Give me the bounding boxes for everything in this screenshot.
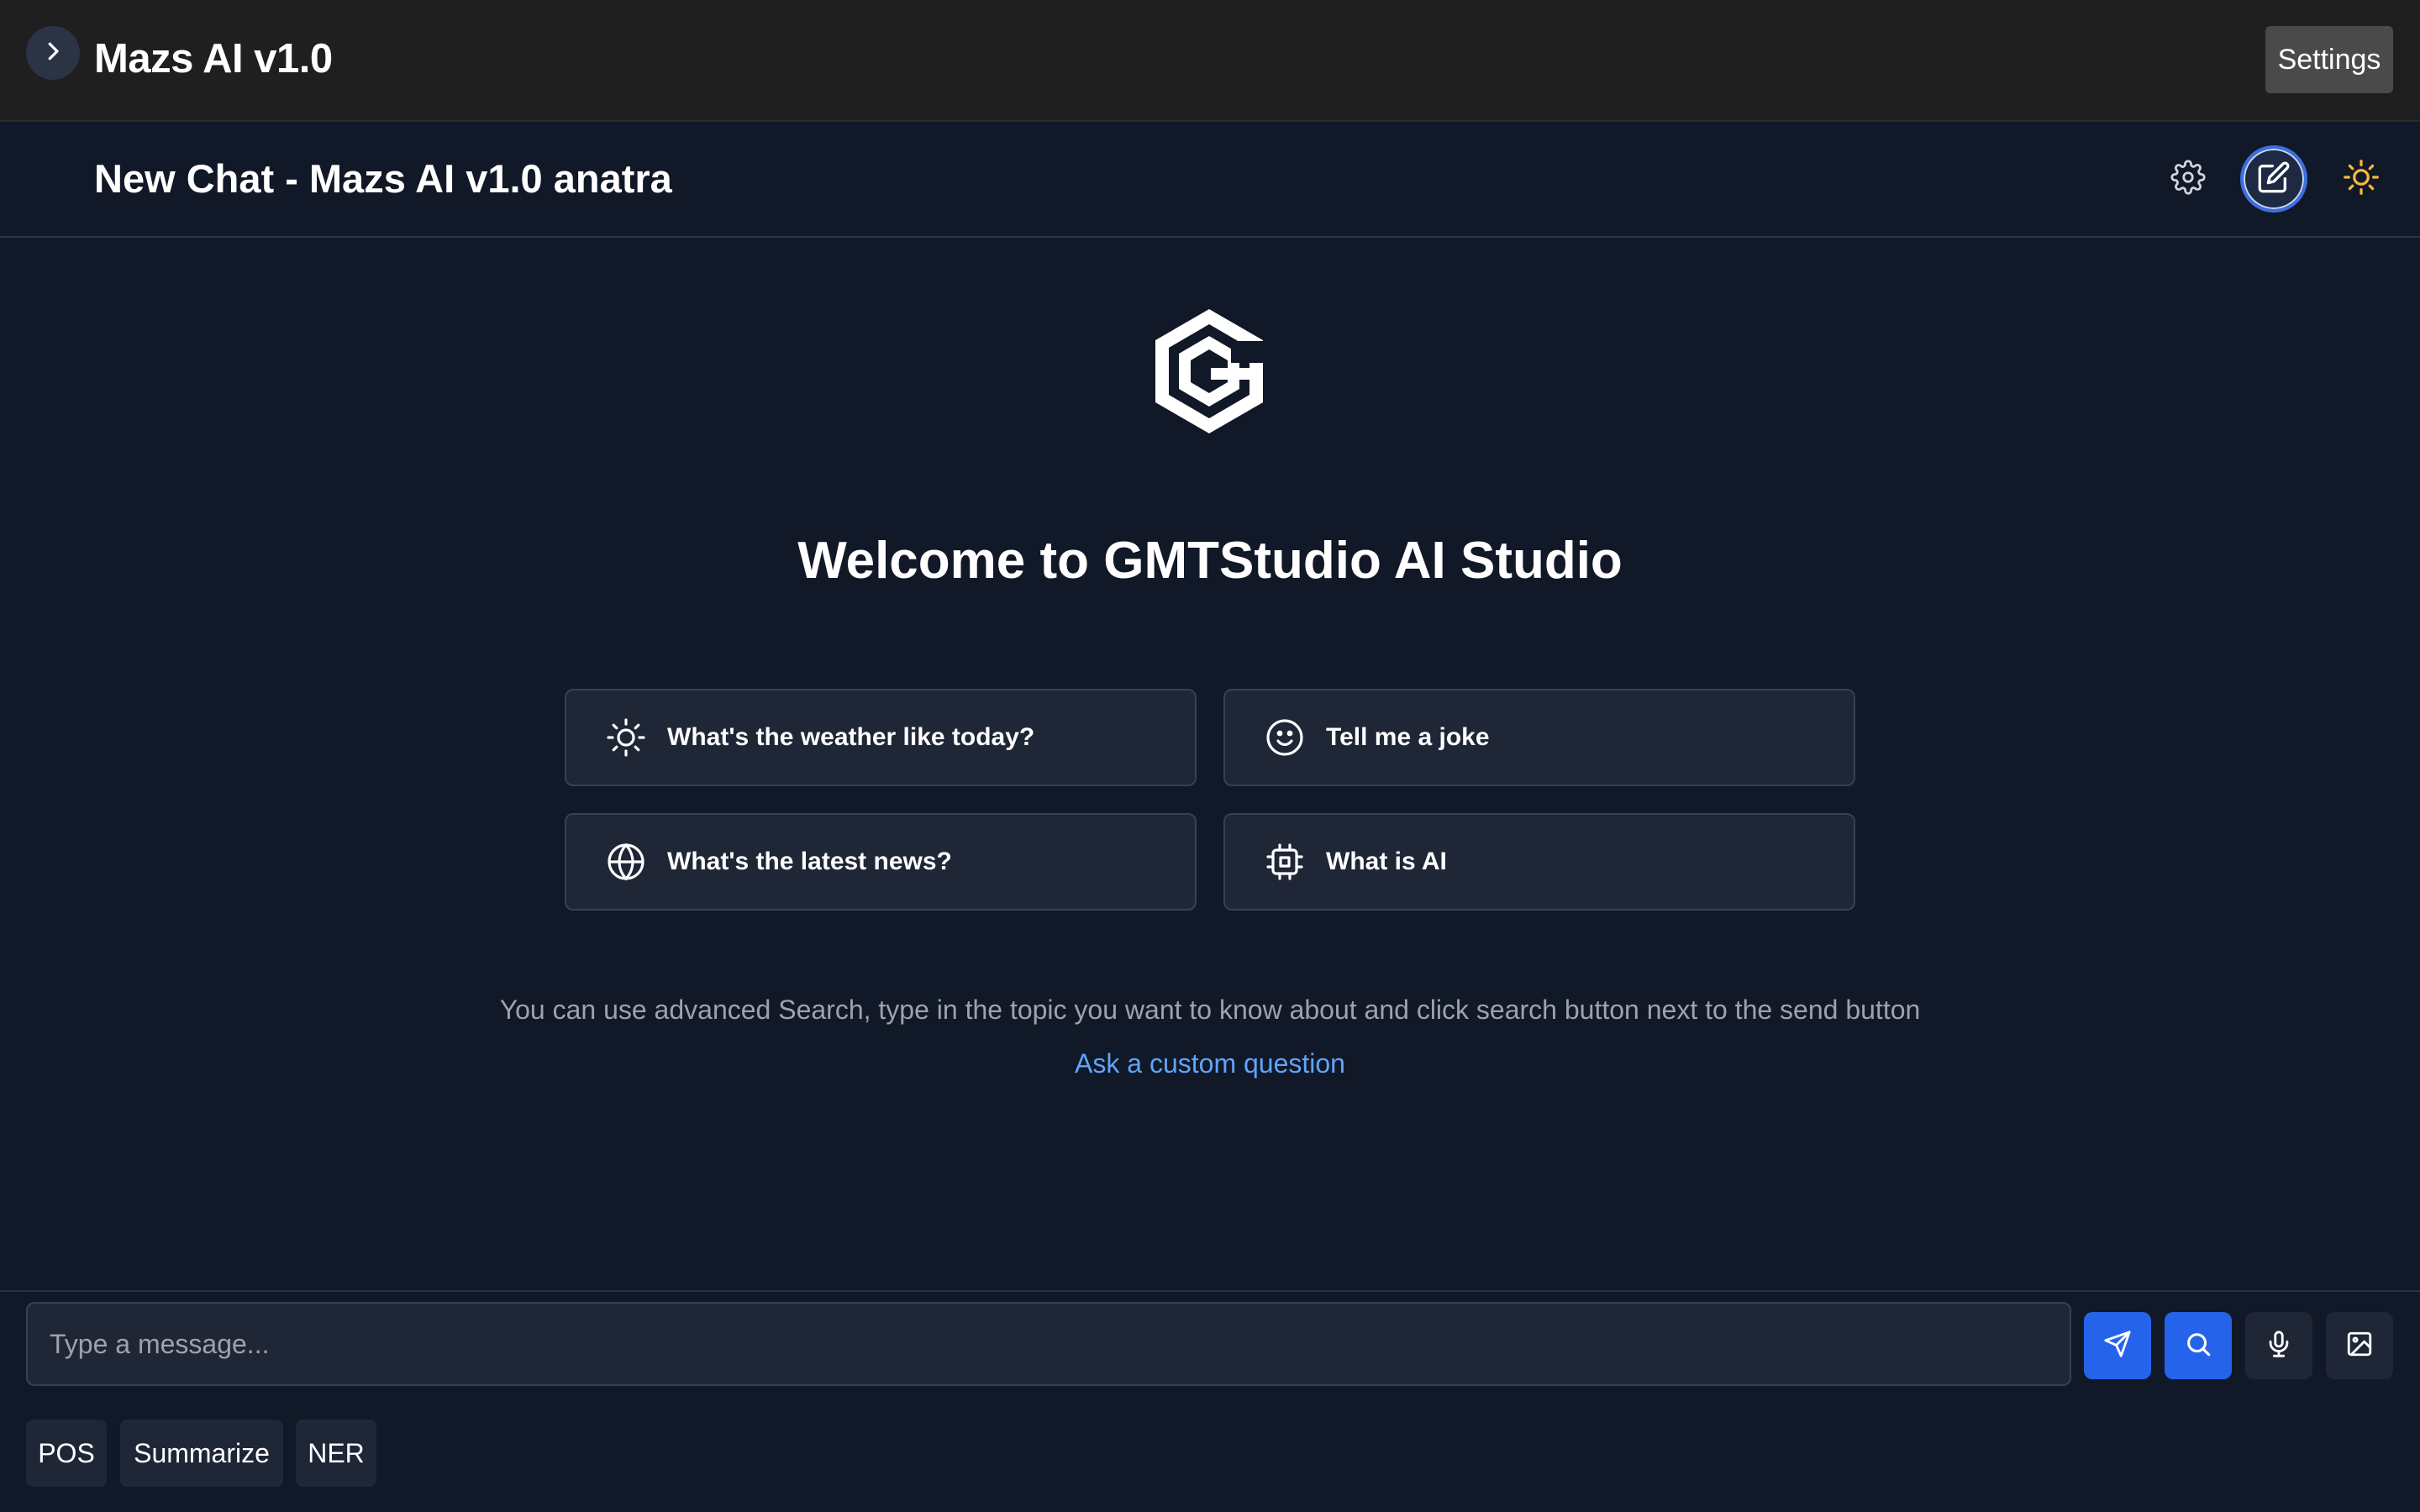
new-chat-button[interactable] (2240, 145, 2307, 213)
welcome-heading: Welcome to GMTStudio AI Studio (797, 532, 1623, 590)
smile-icon (1264, 717, 1306, 759)
gear-icon (2170, 159, 2206, 199)
app-title: Mazs AI v1.0 (94, 36, 333, 81)
image-icon (2345, 1330, 2374, 1362)
search-button[interactable] (2165, 1312, 2232, 1379)
composer-area: POS Summarize NER (0, 1290, 2420, 1512)
sun-icon (605, 717, 647, 759)
suggestion-joke[interactable]: Tell me a joke (1223, 689, 1855, 786)
gmtstudio-logo (1150, 304, 1268, 438)
top-bar: Mazs AI v1.0 Settings (0, 0, 2420, 122)
settings-button[interactable]: Settings (2265, 26, 2393, 93)
theme-toggle-button[interactable] (2328, 145, 2395, 213)
suggestion-what-is-ai[interactable]: What is AI (1223, 813, 1855, 911)
send-icon (2103, 1330, 2132, 1362)
message-input[interactable] (26, 1302, 2071, 1386)
image-upload-button[interactable] (2326, 1312, 2393, 1379)
chat-header: New Chat - Mazs AI v1.0 anatra (0, 122, 2420, 238)
suggestion-label: What's the weather like today? (667, 723, 1035, 751)
edit-icon (2257, 160, 2291, 198)
pos-tool-button[interactable]: POS (26, 1420, 107, 1487)
cpu-icon (1264, 841, 1306, 883)
search-hint-text: You can use advanced Search, type in the… (499, 995, 1921, 1025)
sun-icon (2343, 159, 2380, 200)
suggestion-label: What is AI (1326, 848, 1447, 875)
chevron-right-icon (40, 39, 66, 68)
summarize-tool-button[interactable]: Summarize (120, 1420, 283, 1487)
sidebar-toggle-button[interactable] (26, 26, 80, 80)
suggestion-weather[interactable]: What's the weather like today? (565, 689, 1197, 786)
suggestion-label: What's the latest news? (667, 848, 952, 875)
ner-tool-button[interactable]: NER (296, 1420, 376, 1487)
chat-title: New Chat - Mazs AI v1.0 anatra (94, 156, 672, 201)
globe-icon (605, 841, 647, 883)
chat-settings-button[interactable] (2154, 145, 2222, 213)
mic-icon (2265, 1330, 2293, 1362)
ask-custom-question-link[interactable]: Ask a custom question (0, 1048, 2420, 1079)
mic-button[interactable] (2245, 1312, 2312, 1379)
suggestion-label: Tell me a joke (1326, 723, 1490, 751)
suggestion-news[interactable]: What's the latest news? (565, 813, 1197, 911)
send-button[interactable] (2084, 1312, 2151, 1379)
search-icon (2184, 1330, 2212, 1362)
